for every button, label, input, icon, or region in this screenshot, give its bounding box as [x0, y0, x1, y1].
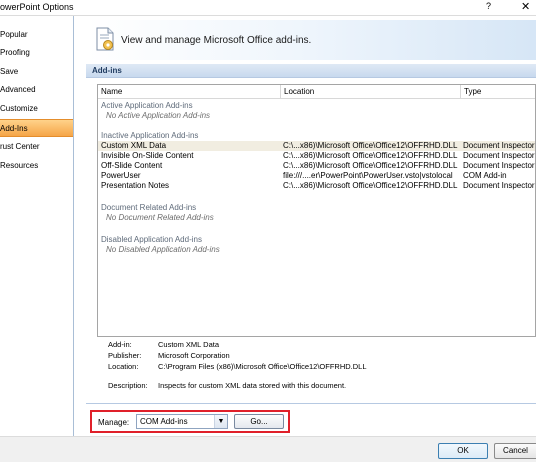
row-name: PowerUser [101, 171, 141, 180]
nav-item-popular[interactable]: Popular [0, 26, 73, 44]
section-title: Add-ins [92, 66, 122, 75]
row-name: Off-Slide Content [101, 161, 163, 170]
nav-item-customize[interactable]: Customize [0, 100, 73, 118]
add-ins-list[interactable]: Name Location Type Active Application Ad… [97, 84, 536, 337]
nav-item-advanced[interactable]: Advanced [0, 81, 73, 99]
row-type: COM Add-in [463, 171, 507, 180]
group-disabled-empty: No Disabled Application Add-ins [106, 245, 220, 254]
row-location: C:\...x86)\Microsoft Office\Office12\OFF… [283, 151, 458, 160]
chevron-down-icon[interactable]: ▼ [214, 415, 227, 428]
group-active-empty: No Active Application Add-ins [106, 111, 211, 120]
manage-select[interactable]: COM Add-ins ▼ [136, 414, 228, 429]
title-bar: owerPoint Options ? ✕ [0, 0, 536, 16]
row-name: Invisible On-Slide Content [101, 151, 194, 160]
group-disabled: Disabled Application Add-ins [101, 235, 202, 244]
window-title: owerPoint Options [0, 2, 74, 12]
divider [86, 403, 536, 404]
options-nav: Popular Proofing Save Advanced Customize… [0, 16, 74, 436]
nav-item-trust-center[interactable]: rust Center [0, 138, 73, 156]
column-header-name[interactable]: Name [98, 85, 281, 99]
table-row[interactable]: PowerUser file:///....er\PowerPoint\Powe… [98, 171, 535, 181]
gear-document-icon [96, 27, 114, 51]
group-document: Document Related Add-ins [101, 203, 197, 212]
row-location: C:\...x86)\Microsoft Office\Office12\OFF… [283, 161, 458, 170]
detail-publisher-label: Publisher: [108, 351, 142, 360]
detail-publisher-value: Microsoft Corporation [158, 351, 230, 360]
table-row[interactable]: Invisible On-Slide Content C:\...x86)\Mi… [98, 151, 535, 161]
go-button[interactable]: Go... [234, 414, 284, 429]
manage-select-value: COM Add-ins [140, 417, 188, 426]
nav-item-save[interactable]: Save [0, 63, 73, 81]
row-type: Document Inspector [463, 151, 535, 160]
table-row[interactable]: Custom XML Data C:\...x86)\Microsoft Off… [98, 141, 535, 151]
row-type: Document Inspector [463, 161, 535, 170]
nav-item-proofing[interactable]: Proofing [0, 44, 73, 62]
detail-description-label: Description: [108, 381, 148, 390]
nav-item-resources[interactable]: Resources [0, 157, 73, 175]
detail-description-value: Inspects for custom XML data stored with… [158, 381, 347, 390]
row-location: C:\...x86)\Microsoft Office\Office12\OFF… [283, 141, 458, 150]
group-document-empty: No Document Related Add-ins [106, 213, 214, 222]
table-row[interactable]: Presentation Notes C:\...x86)\Microsoft … [98, 181, 535, 191]
column-header-location[interactable]: Location [281, 85, 461, 99]
row-name: Presentation Notes [101, 181, 170, 190]
detail-addin-label: Add-in: [108, 340, 132, 349]
row-name: Custom XML Data [101, 141, 167, 150]
nav-item-add-ins[interactable]: Add-Ins [0, 119, 73, 137]
column-header-type[interactable]: Type [461, 85, 535, 99]
close-button[interactable]: ✕ [521, 0, 530, 13]
manage-label: Manage: [98, 418, 130, 427]
banner-text: View and manage Microsoft Office add-ins… [121, 35, 312, 46]
section-header: Add-ins [86, 64, 536, 78]
cancel-button[interactable]: Cancel [494, 443, 536, 459]
group-active: Active Application Add-ins [101, 101, 193, 110]
row-location: file:///....er\PowerPoint\PowerUser.vsto… [283, 171, 453, 180]
detail-addin-value: Custom XML Data [158, 340, 219, 349]
row-location: C:\...x86)\Microsoft Office\Office12\OFF… [283, 181, 458, 190]
row-type: Document Inspector [463, 141, 535, 150]
ok-button[interactable]: OK [438, 443, 488, 459]
detail-location-value: C:\Program Files (x86)\Microsoft Office\… [158, 362, 367, 371]
help-button[interactable]: ? [486, 1, 491, 11]
detail-location-label: Location: [108, 362, 139, 371]
table-row[interactable]: Off-Slide Content C:\...x86)\Microsoft O… [98, 161, 535, 171]
group-inactive: Inactive Application Add-ins [101, 131, 199, 140]
row-type: Document Inspector [463, 181, 535, 190]
